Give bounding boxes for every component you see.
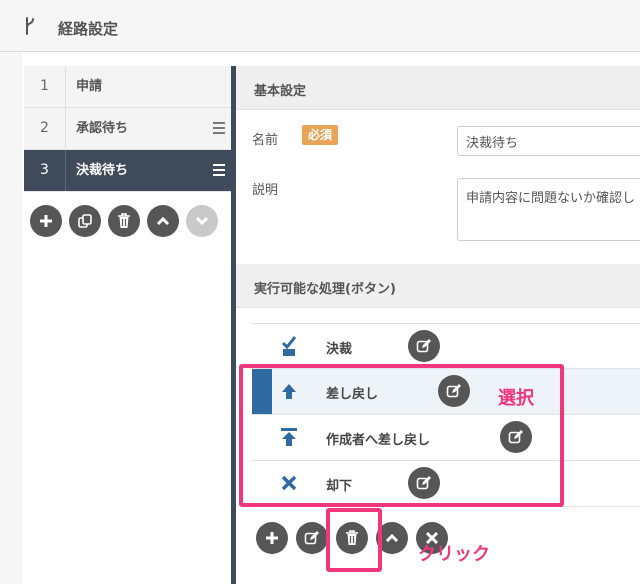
step-label: 決裁待ち — [76, 163, 129, 178]
click-highlight-box — [326, 508, 382, 572]
section-title: 基本設定 — [254, 84, 307, 99]
delete-step-button[interactable] — [108, 205, 140, 237]
step-list: 1 申請 2 承認待ち 3 決裁待ち — [24, 66, 231, 192]
drag-handle-icon[interactable] — [213, 122, 225, 134]
description-label: 説明 — [252, 183, 279, 198]
add-action-button[interactable] — [256, 522, 288, 554]
step-item-2[interactable]: 2 承認待ち — [24, 108, 231, 150]
action-label: 決裁 — [326, 342, 353, 357]
drag-handle-icon[interactable] — [213, 164, 225, 176]
section-title: 実行可能な処理(ボタン) — [254, 282, 396, 297]
edit-icon — [304, 531, 319, 545]
step-item-3[interactable]: 3 決裁待ち — [24, 150, 231, 192]
edit-action-toolbar-button[interactable] — [296, 522, 328, 554]
step-item-1[interactable]: 1 申請 — [24, 66, 231, 108]
add-icon — [40, 215, 52, 227]
click-annotation: クリック — [418, 544, 490, 565]
add-icon — [266, 532, 278, 544]
action-row-approve[interactable]: 決裁 — [252, 323, 640, 369]
name-input[interactable] — [457, 126, 640, 156]
header-bar: 経路設定 — [0, 0, 640, 52]
add-step-button[interactable] — [30, 205, 62, 237]
basic-settings-header: 基本設定 — [236, 66, 640, 110]
step-number: 1 — [24, 66, 66, 107]
route-icon — [26, 17, 34, 35]
edit-icon — [416, 339, 431, 353]
name-label: 名前 — [252, 133, 279, 148]
move-step-up-button[interactable] — [147, 205, 179, 237]
left-gutter — [0, 52, 22, 584]
check-icon — [281, 336, 297, 356]
chevron-up-icon — [156, 216, 170, 226]
step-label: 申請 — [76, 79, 103, 94]
copy-icon — [78, 214, 92, 228]
step-toolbar — [30, 205, 218, 237]
move-step-down-button[interactable] — [186, 205, 218, 237]
copy-step-button[interactable] — [69, 205, 101, 237]
trash-icon — [118, 213, 130, 228]
step-label: 承認待ち — [76, 121, 129, 136]
step-number: 2 — [24, 108, 66, 149]
page-title: 経路設定 — [58, 20, 119, 38]
description-textarea[interactable]: 申請内容に問題ないか確認し — [457, 178, 640, 241]
chevron-down-icon — [195, 216, 209, 226]
edit-action-button[interactable] — [408, 330, 440, 362]
step-number: 3 — [24, 150, 66, 191]
select-annotation: 選択 — [498, 388, 534, 409]
chevron-up-icon — [385, 533, 399, 543]
required-badge: 必須 — [302, 125, 339, 145]
actions-header: 実行可能な処理(ボタン) — [236, 264, 640, 308]
